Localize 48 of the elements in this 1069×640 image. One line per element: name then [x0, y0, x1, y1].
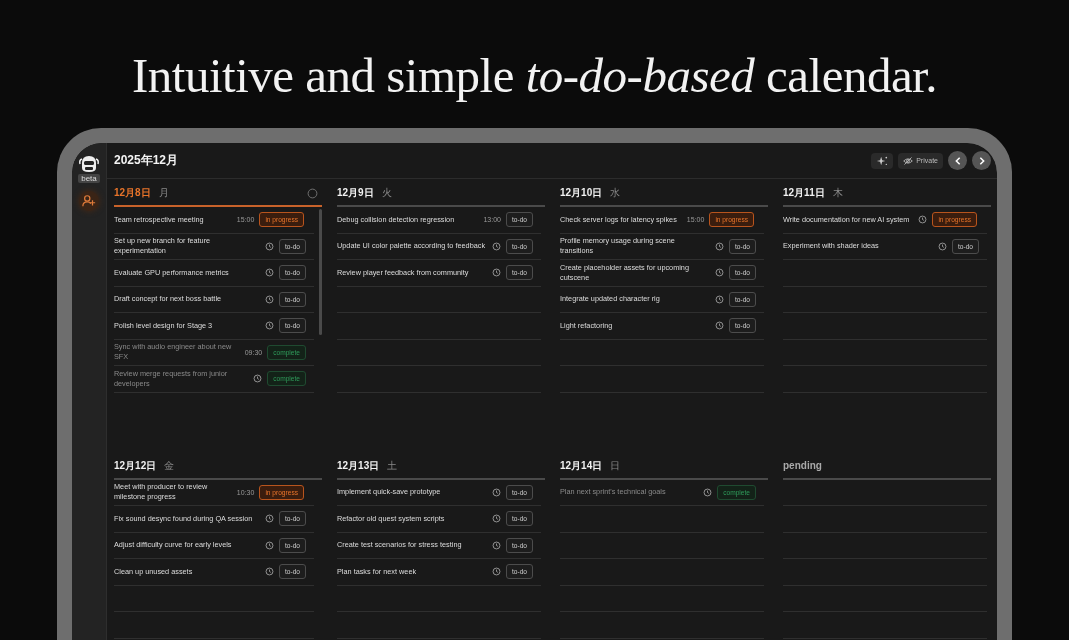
day-date: 12月12日: [114, 458, 157, 473]
pending-title: pending: [783, 460, 822, 471]
clock-icon: [714, 294, 724, 304]
clock-icon: [264, 294, 274, 304]
previous-button[interactable]: [948, 151, 967, 170]
weekday-label: 火: [381, 186, 392, 200]
clock-icon: [264, 241, 274, 251]
clock-icon: [714, 268, 724, 278]
sparkle-button[interactable]: [871, 152, 894, 169]
eye-off-icon: [903, 155, 914, 166]
weekday-label: 日: [610, 458, 621, 473]
clock-icon: [491, 567, 501, 577]
day-date: 12月9日: [337, 186, 374, 200]
day-date: 12月8日: [114, 186, 151, 200]
add-user-icon: [82, 194, 96, 208]
clock-icon: [253, 374, 263, 384]
clock-icon: [491, 540, 501, 550]
circle-icon: [307, 187, 318, 199]
add-user-button[interactable]: [79, 191, 99, 211]
beta-badge: beta: [78, 174, 100, 183]
day-date: 12月14日: [560, 458, 603, 473]
weekday-label: 月: [158, 186, 169, 200]
clock-icon: [264, 321, 274, 331]
clock-icon: [491, 514, 501, 524]
weekday-label: 土: [387, 458, 398, 473]
clock-icon: [491, 241, 501, 251]
month-title: 2025年12月: [114, 152, 179, 169]
clock-icon: [491, 268, 501, 278]
clock-icon: [714, 241, 724, 251]
clock-icon: [264, 268, 274, 278]
next-button[interactable]: [972, 151, 991, 170]
clock-icon: [264, 540, 274, 550]
clock-icon: [264, 567, 274, 577]
day-date: 12月13日: [337, 458, 380, 473]
clock-icon: [491, 487, 501, 497]
clock-icon: [703, 487, 713, 497]
day-date: 12月10日: [560, 186, 603, 200]
clock-icon: [714, 321, 724, 331]
weekday-label: 木: [832, 186, 843, 200]
clock-icon: [264, 514, 274, 524]
clock-icon: [918, 215, 928, 225]
weekday-label: 水: [610, 186, 621, 200]
clock-icon: [937, 241, 947, 251]
sparkle-icon: [876, 154, 889, 167]
day-date: 12月11日: [783, 186, 825, 200]
weekday-label: 金: [164, 458, 175, 473]
logo-icon: [78, 153, 100, 175]
headline: Intuitive and simple to-do-based calendar.: [131, 47, 938, 105]
